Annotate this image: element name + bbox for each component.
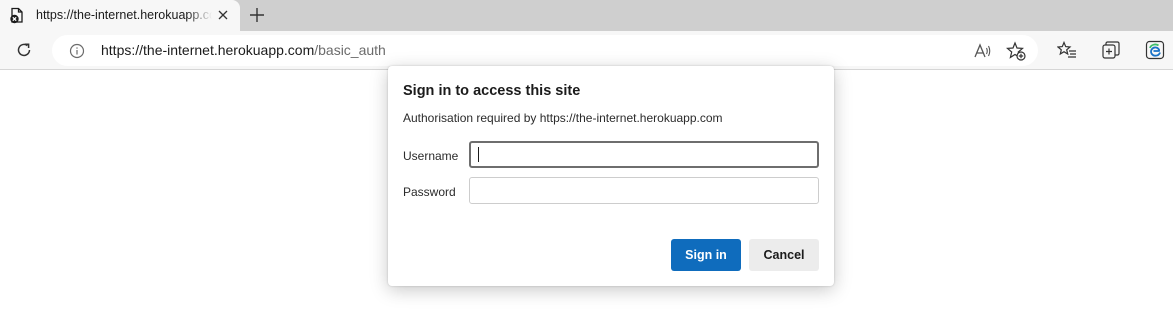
url-host: https://the-internet.herokuapp.com — [101, 42, 315, 58]
password-field[interactable] — [469, 177, 819, 204]
add-favorite-icon[interactable] — [1006, 41, 1026, 61]
page-error-icon — [10, 7, 23, 24]
collections-icon[interactable] — [1101, 40, 1121, 60]
tab-title: https://the-internet.herokuapp.com/basic… — [36, 8, 212, 22]
url-path: /basic_auth — [314, 42, 386, 58]
plus-icon[interactable] — [248, 6, 266, 24]
username-label: Username — [403, 149, 459, 163]
close-icon[interactable] — [216, 8, 230, 22]
reload-icon[interactable] — [14, 40, 34, 60]
dialog-subtitle: Authorisation required by https://the-in… — [403, 111, 723, 125]
sign-in-button[interactable]: Sign in — [671, 239, 741, 271]
text-cursor — [478, 147, 479, 162]
address-bar[interactable]: https://the-internet.herokuapp.com/basic… — [52, 35, 1038, 66]
edge-logo-icon[interactable] — [1145, 40, 1165, 60]
sign-in-dialog: Sign in to access this site Authorisatio… — [388, 66, 834, 286]
username-field[interactable] — [469, 141, 819, 168]
password-label: Password — [403, 185, 456, 199]
read-aloud-icon[interactable] — [972, 41, 992, 61]
url-text: https://the-internet.herokuapp.com/basic… — [101, 42, 386, 58]
browser-tab[interactable]: https://the-internet.herokuapp.com/basic… — [0, 0, 240, 31]
browser-toolbar: https://the-internet.herokuapp.com/basic… — [0, 31, 1173, 70]
tab-strip: https://the-internet.herokuapp.com/basic… — [0, 0, 1173, 31]
info-icon[interactable] — [69, 43, 85, 59]
cancel-button[interactable]: Cancel — [749, 239, 819, 271]
dialog-title: Sign in to access this site — [403, 83, 581, 99]
favorites-icon[interactable] — [1057, 40, 1077, 60]
